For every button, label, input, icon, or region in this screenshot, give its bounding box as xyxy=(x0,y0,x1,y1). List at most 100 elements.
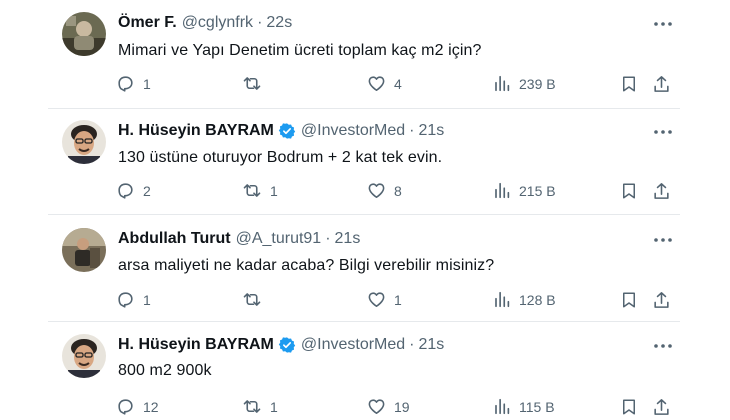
tweet-header: H. Hüseyin BAYRAM @InvestorMed · 21s xyxy=(118,122,444,140)
views-count: 128 B xyxy=(519,291,556,308)
bookmark-icon xyxy=(620,397,638,417)
share-button[interactable] xyxy=(652,181,671,201)
views-count: 115 B xyxy=(519,398,555,415)
reply-count: 1 xyxy=(143,75,151,92)
like-button[interactable]: 19 xyxy=(367,397,410,416)
views-count: 215 B xyxy=(519,182,556,199)
share-icon xyxy=(652,181,671,201)
separator-dot: · xyxy=(257,14,263,31)
timestamp[interactable]: 21s xyxy=(419,336,445,354)
bookmark-icon xyxy=(620,181,638,201)
avatar[interactable] xyxy=(62,228,106,272)
share-button[interactable] xyxy=(652,74,671,94)
avatar[interactable] xyxy=(62,120,106,164)
bookmark-icon xyxy=(620,290,638,310)
avatar[interactable] xyxy=(62,334,106,378)
tweet-text: Mimari ve Yapı Denetim ücreti toplam kaç… xyxy=(118,42,482,59)
views-count: 239 B xyxy=(519,75,556,92)
bookmark-button[interactable] xyxy=(620,397,638,417)
views-icon xyxy=(493,74,511,93)
tweet[interactable]: Ömer F. @cglynfrk · 22s Mimari ve Yapı D… xyxy=(0,0,730,108)
retweet-icon xyxy=(242,290,262,309)
user-handle[interactable]: @A_turut91 xyxy=(236,230,322,248)
like-button[interactable]: 4 xyxy=(367,74,402,93)
tweet[interactable]: Abdullah Turut @A_turut91 · 21s arsa mal… xyxy=(0,215,730,321)
reply-count: 2 xyxy=(143,182,151,199)
reply-button[interactable]: 1 xyxy=(116,290,151,309)
like-button[interactable]: 8 xyxy=(367,181,402,200)
heart-icon xyxy=(367,181,386,200)
tweet-text: arsa maliyeti ne kadar acaba? Bilgi vere… xyxy=(118,257,495,274)
reply-button[interactable]: 2 xyxy=(116,181,151,200)
reply-count: 1 xyxy=(143,291,151,308)
tweet-text: 130 üstüne oturuyor Bodrum + 2 kat tek e… xyxy=(118,149,443,166)
retweet-icon xyxy=(242,397,262,416)
retweet-count: 1 xyxy=(270,182,278,199)
share-icon xyxy=(652,74,671,94)
heart-icon xyxy=(367,74,386,93)
views-button[interactable]: 115 B xyxy=(493,397,555,416)
tweet-header: Ömer F. @cglynfrk · 22s xyxy=(118,14,292,32)
tweet-header: Abdullah Turut @A_turut91 · 21s xyxy=(118,230,360,248)
heart-icon xyxy=(367,397,386,416)
display-name[interactable]: Abdullah Turut xyxy=(118,230,231,248)
like-count: 19 xyxy=(394,398,410,415)
separator-dot: · xyxy=(409,336,415,353)
bookmark-button[interactable] xyxy=(620,74,638,94)
user-handle[interactable]: @InvestorMed xyxy=(301,122,405,140)
display-name[interactable]: H. Hüseyin BAYRAM xyxy=(118,336,274,354)
avatar[interactable] xyxy=(62,12,106,56)
retweet-button[interactable]: 1 xyxy=(242,181,278,200)
reply-count: 12 xyxy=(143,398,159,415)
views-button[interactable]: 215 B xyxy=(493,181,556,200)
verified-badge-icon xyxy=(278,336,296,354)
separator-dot: · xyxy=(409,122,415,139)
more-icon[interactable] xyxy=(652,335,674,357)
verified-badge-icon xyxy=(278,122,296,140)
tweet[interactable]: H. Hüseyin BAYRAM @InvestorMed · 21s 130… xyxy=(0,109,730,214)
display-name[interactable]: H. Hüseyin BAYRAM xyxy=(118,122,274,140)
retweet-button[interactable] xyxy=(242,74,270,93)
display-name[interactable]: Ömer F. xyxy=(118,14,177,32)
views-button[interactable]: 128 B xyxy=(493,290,556,309)
more-icon[interactable] xyxy=(652,13,674,35)
tweet-header: H. Hüseyin BAYRAM @InvestorMed · 21s xyxy=(118,336,444,354)
reply-icon xyxy=(116,397,135,416)
retweet-button[interactable] xyxy=(242,290,270,309)
retweet-count: 1 xyxy=(270,398,278,415)
user-handle[interactable]: @InvestorMed xyxy=(301,336,405,354)
reply-icon xyxy=(116,290,135,309)
tweet[interactable]: H. Hüseyin BAYRAM @InvestorMed · 21s 800… xyxy=(0,322,730,420)
more-icon[interactable] xyxy=(652,121,674,143)
reply-button[interactable]: 12 xyxy=(116,397,159,416)
timestamp[interactable]: 21s xyxy=(419,122,445,140)
views-icon xyxy=(493,181,511,200)
retweet-icon xyxy=(242,181,262,200)
share-icon xyxy=(652,397,671,417)
reply-icon xyxy=(116,181,135,200)
heart-icon xyxy=(367,290,386,309)
tweet-text: 800 m2 900k xyxy=(118,362,212,379)
views-icon xyxy=(493,397,511,416)
reply-icon xyxy=(116,74,135,93)
reply-button[interactable]: 1 xyxy=(116,74,151,93)
like-count: 8 xyxy=(394,182,402,199)
retweet-icon xyxy=(242,74,262,93)
share-icon xyxy=(652,290,671,310)
timestamp[interactable]: 21s xyxy=(335,230,361,248)
bookmark-button[interactable] xyxy=(620,290,638,310)
retweet-button[interactable]: 1 xyxy=(242,397,278,416)
like-button[interactable]: 1 xyxy=(367,290,402,309)
views-icon xyxy=(493,290,511,309)
timestamp[interactable]: 22s xyxy=(266,14,292,32)
like-count: 4 xyxy=(394,75,402,92)
like-count: 1 xyxy=(394,291,402,308)
share-button[interactable] xyxy=(652,290,671,310)
views-button[interactable]: 239 B xyxy=(493,74,556,93)
bookmark-button[interactable] xyxy=(620,181,638,201)
user-handle[interactable]: @cglynfrk xyxy=(182,14,253,32)
bookmark-icon xyxy=(620,74,638,94)
separator-dot: · xyxy=(325,230,331,247)
share-button[interactable] xyxy=(652,397,671,417)
more-icon[interactable] xyxy=(652,229,674,251)
